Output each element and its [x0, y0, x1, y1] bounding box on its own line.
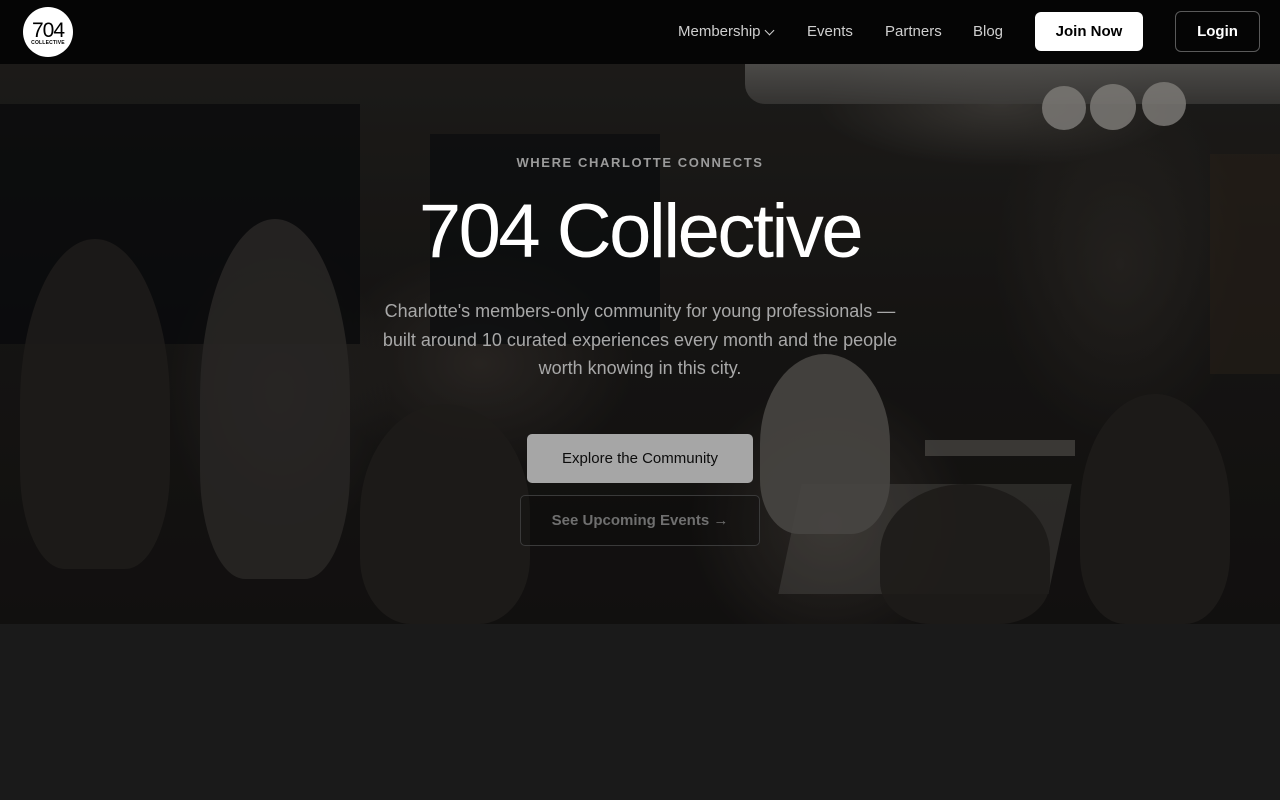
nav-item-events[interactable]: Events [807, 22, 853, 42]
top-navigation: 704 COLLECTIVE Membership Events Partner… [0, 0, 1280, 64]
join-now-button[interactable]: Join Now [1035, 12, 1143, 51]
nav-item-blog-label: Blog [973, 23, 1004, 40]
nav-item-partners[interactable]: Partners [885, 22, 942, 42]
nav-item-membership[interactable]: Membership [678, 22, 774, 42]
nav-item-blog[interactable]: Blog [973, 22, 1003, 42]
hero-subtitle: Charlotte's members-only community for y… [382, 301, 898, 378]
see-upcoming-events-button[interactable]: See Upcoming Events → [520, 495, 760, 546]
hero-eyebrow: WHERE CHARLOTTE CONNECTS [516, 155, 764, 170]
hero-section: WHERE CHARLOTTE CONNECTS 704 Collective … [0, 64, 1280, 624]
chevron-down-icon [764, 25, 774, 35]
nav-item-membership-label: Membership [678, 23, 761, 40]
nav-item-events-label: Events [807, 23, 853, 40]
explore-community-button[interactable]: Explore the Community [527, 434, 753, 483]
hero-title: 704 Collective [418, 189, 864, 274]
nav-item-partners-label: Partners [885, 23, 942, 40]
login-button[interactable]: Login [1175, 11, 1260, 52]
